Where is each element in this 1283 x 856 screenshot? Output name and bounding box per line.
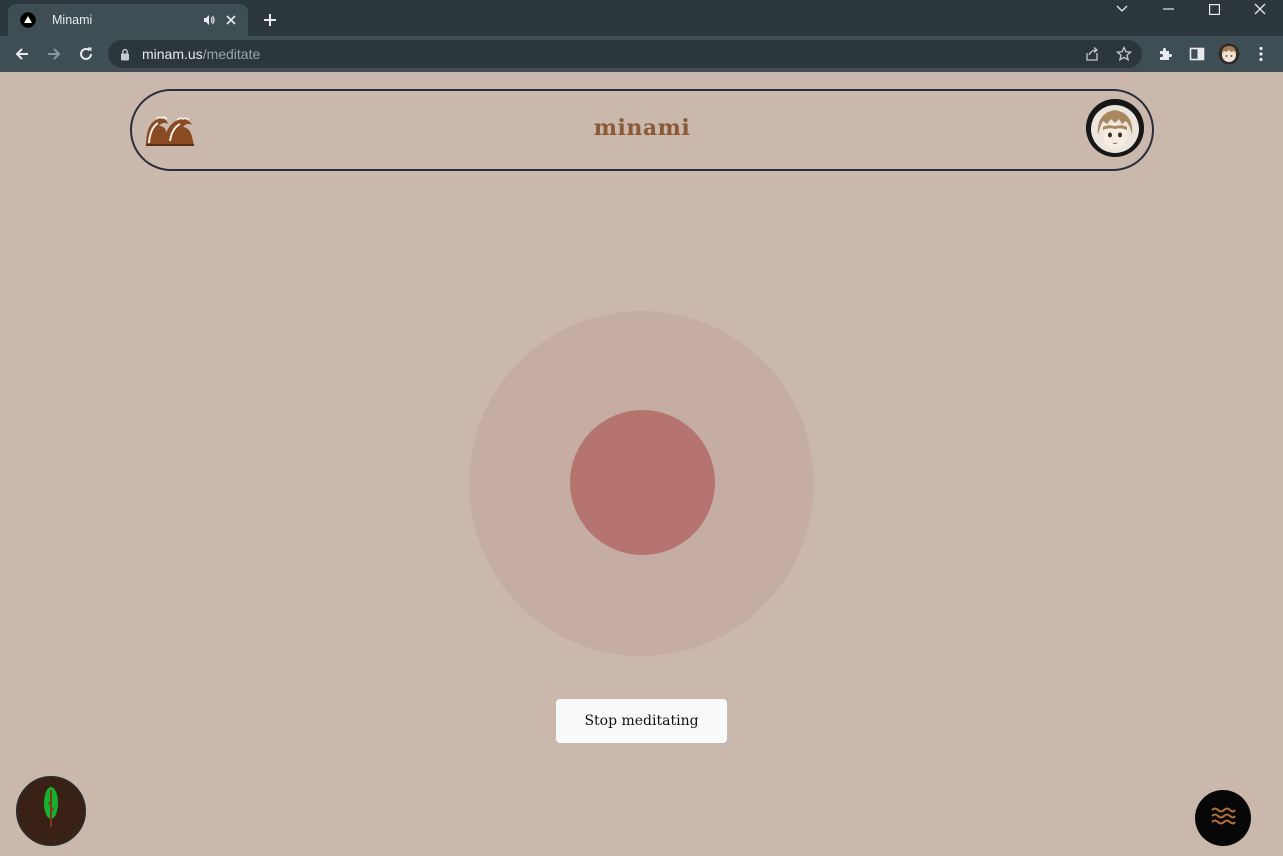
chrome-menu-icon[interactable] [1247,40,1275,68]
minimize-icon[interactable] [1145,0,1191,18]
breathing-inner-circle [570,410,715,555]
close-tab-icon[interactable] [222,11,240,29]
site-brand-title[interactable]: minami [132,115,1152,141]
back-arrow-icon[interactable] [8,40,36,68]
tab-search-icon[interactable] [1099,0,1145,18]
share-icon[interactable] [1082,44,1102,64]
tree-icon [39,786,63,837]
stop-meditating-button[interactable]: Stop meditating [556,699,727,743]
favicon-icon [20,12,36,28]
address-bar[interactable]: minam.us/meditate [108,40,1142,68]
maximize-icon[interactable] [1191,0,1237,18]
anime-avatar-icon[interactable] [1086,99,1144,157]
new-tab-button[interactable] [258,8,282,32]
profile-avatar-icon[interactable] [1218,43,1240,65]
browser-tab[interactable]: Minami [8,4,248,36]
waves-icon [1210,806,1236,831]
speaker-icon[interactable] [200,11,218,29]
browser-toolbar: minam.us/meditate [0,36,1283,72]
site-header: minami [130,89,1154,171]
waves-button[interactable] [1195,790,1251,846]
lock-icon [120,47,132,61]
browser-title-bar: Minami [0,0,1283,36]
close-window-icon[interactable] [1237,0,1283,18]
tab-title: Minami [52,13,93,27]
reload-icon[interactable] [72,40,100,68]
forward-arrow-icon[interactable] [40,40,68,68]
url-text: minam.us/meditate [142,46,261,62]
tree-button[interactable] [16,776,86,846]
bookmark-star-icon[interactable] [1114,44,1134,64]
side-panel-icon[interactable] [1183,40,1211,68]
extensions-icon[interactable] [1151,40,1179,68]
